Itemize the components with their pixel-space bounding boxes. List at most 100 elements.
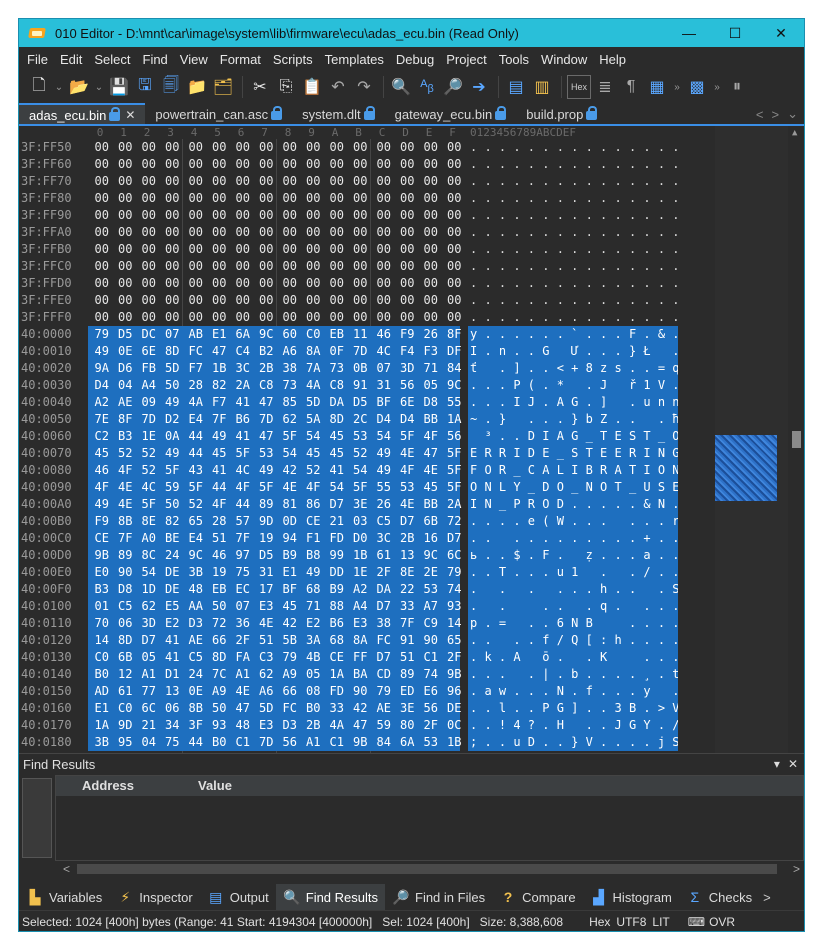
hex-byte[interactable]: D6 bbox=[114, 360, 138, 377]
hex-byte[interactable]: 86 bbox=[302, 496, 326, 513]
hex-byte[interactable]: 53 bbox=[419, 734, 443, 751]
hex-byte[interactable]: B9 bbox=[278, 547, 302, 564]
hex-byte[interactable]: 44 bbox=[208, 479, 232, 496]
hex-byte[interactable]: BB bbox=[419, 411, 443, 428]
find-results-sidebar[interactable] bbox=[22, 778, 52, 858]
hex-byte[interactable]: 00 bbox=[396, 258, 420, 275]
hex-byte[interactable]: F3 bbox=[419, 343, 443, 360]
hex-byte[interactable]: E6 bbox=[419, 683, 443, 700]
text-mode-icon[interactable]: ≣ bbox=[593, 75, 617, 99]
hex-byte[interactable]: 13 bbox=[396, 547, 420, 564]
hex-byte[interactable]: DF bbox=[443, 343, 467, 360]
vertical-scrollbar[interactable]: ▲ bbox=[788, 126, 804, 768]
hex-byte[interactable]: 00 bbox=[278, 139, 302, 156]
hex-byte[interactable]: 07 bbox=[231, 598, 255, 615]
hex-byte[interactable]: 00 bbox=[184, 224, 208, 241]
row-text[interactable]: . k . A ō . . K . . . / bbox=[470, 649, 694, 666]
hex-byte[interactable]: 5D bbox=[302, 394, 326, 411]
hex-byte[interactable]: 00 bbox=[443, 224, 467, 241]
row-text[interactable]: . . . . e ( W . . . . . . r bbox=[470, 513, 680, 530]
hex-byte[interactable]: 3B bbox=[90, 734, 114, 751]
menu-select[interactable]: Select bbox=[88, 52, 136, 67]
hex-byte[interactable]: 5D bbox=[161, 360, 185, 377]
row-text[interactable]: ; . . u D . . } V . . . . j S . bbox=[470, 734, 694, 751]
hex-byte[interactable]: E3 bbox=[255, 598, 279, 615]
hex-byte[interactable]: 65 bbox=[184, 513, 208, 530]
hex-byte[interactable]: 2A bbox=[231, 377, 255, 394]
hex-byte[interactable]: 51 bbox=[208, 530, 232, 547]
hex-byte[interactable]: 00 bbox=[184, 258, 208, 275]
hex-byte[interactable]: 00 bbox=[396, 173, 420, 190]
hex-byte[interactable]: 8E bbox=[137, 513, 161, 530]
scroll-up-icon[interactable]: ▲ bbox=[792, 128, 797, 138]
hex-byte[interactable]: 50 bbox=[161, 496, 185, 513]
hex-byte[interactable]: 00 bbox=[349, 207, 373, 224]
hex-byte[interactable]: A1 bbox=[231, 666, 255, 683]
hex-byte[interactable]: BA bbox=[349, 666, 373, 683]
tab-build-prop[interactable]: build.prop bbox=[516, 103, 607, 125]
hex-byte[interactable]: 00 bbox=[255, 156, 279, 173]
hex-byte[interactable]: 0C bbox=[443, 717, 467, 734]
hex-byte[interactable]: 00 bbox=[137, 173, 161, 190]
hex-byte[interactable]: D8 bbox=[114, 581, 138, 598]
hex-byte[interactable]: FD bbox=[325, 530, 349, 547]
hex-byte[interactable]: DA bbox=[325, 394, 349, 411]
hex-byte[interactable]: 56 bbox=[443, 428, 467, 445]
hex-byte[interactable]: 46 bbox=[90, 462, 114, 479]
hex-byte[interactable]: 00 bbox=[372, 207, 396, 224]
hex-byte[interactable]: 8D bbox=[114, 632, 138, 649]
hex-byte[interactable]: C0 bbox=[114, 700, 138, 717]
hex-byte[interactable]: BB bbox=[419, 496, 443, 513]
hex-byte[interactable]: B6 bbox=[231, 411, 255, 428]
hex-byte[interactable]: 6E bbox=[137, 343, 161, 360]
hex-byte[interactable]: 47 bbox=[349, 717, 373, 734]
hex-byte[interactable]: 00 bbox=[325, 156, 349, 173]
tab-next-icon[interactable]: > bbox=[772, 107, 780, 122]
hex-byte[interactable]: 8D bbox=[325, 411, 349, 428]
hex-byte[interactable]: 49 bbox=[161, 394, 185, 411]
hex-byte[interactable]: 41 bbox=[231, 428, 255, 445]
calculator-icon[interactable]: ▩ bbox=[685, 75, 709, 99]
hex-byte[interactable]: 00 bbox=[208, 241, 232, 258]
hex-byte[interactable]: 7C bbox=[208, 666, 232, 683]
hex-byte[interactable]: B9 bbox=[325, 581, 349, 598]
hex-byte[interactable]: DA bbox=[372, 581, 396, 598]
hex-byte[interactable]: 00 bbox=[184, 207, 208, 224]
hex-byte[interactable]: 00 bbox=[255, 309, 279, 326]
hex-byte[interactable]: 2B bbox=[302, 717, 326, 734]
hex-byte[interactable]: 00 bbox=[231, 275, 255, 292]
hex-byte[interactable]: 00 bbox=[255, 207, 279, 224]
hex-byte[interactable]: 00 bbox=[161, 139, 185, 156]
hex-byte[interactable]: 00 bbox=[114, 224, 138, 241]
hex-byte[interactable]: 43 bbox=[184, 462, 208, 479]
save-all-icon[interactable]: 🗐 bbox=[159, 75, 183, 99]
hex-byte[interactable]: 34 bbox=[161, 717, 185, 734]
hex-byte[interactable]: 5F bbox=[255, 479, 279, 496]
hex-byte[interactable]: 00 bbox=[325, 309, 349, 326]
row-text[interactable]: . . . . . . . . . . . . . . . . bbox=[470, 156, 694, 173]
hex-byte[interactable]: 54 bbox=[349, 462, 373, 479]
hex-byte[interactable]: CD bbox=[372, 666, 396, 683]
hex-byte[interactable]: C9 bbox=[419, 615, 443, 632]
hex-byte[interactable]: B3 bbox=[90, 581, 114, 598]
hex-byte[interactable]: 4B bbox=[302, 649, 326, 666]
hex-byte[interactable]: 9C bbox=[443, 377, 467, 394]
hex-byte[interactable]: E2 bbox=[161, 615, 185, 632]
hex-byte[interactable]: 00 bbox=[302, 258, 326, 275]
hex-byte[interactable]: 05 bbox=[419, 377, 443, 394]
hex-byte[interactable]: 81 bbox=[278, 496, 302, 513]
hex-byte[interactable]: 90 bbox=[114, 564, 138, 581]
row-text[interactable]: ь . . $ . F . ẓ . . . a . . l bbox=[470, 547, 694, 564]
hex-byte[interactable]: 4A bbox=[184, 394, 208, 411]
hex-byte[interactable]: 47 bbox=[255, 394, 279, 411]
hex-byte[interactable]: 00 bbox=[278, 207, 302, 224]
tab-list-icon[interactable]: ⌄ bbox=[787, 106, 798, 122]
hex-byte[interactable]: 00 bbox=[325, 292, 349, 309]
tab-system-dlt[interactable]: system.dlt bbox=[292, 103, 385, 125]
hex-byte[interactable]: 7F bbox=[114, 530, 138, 547]
hex-byte[interactable]: E4 bbox=[184, 530, 208, 547]
hex-byte[interactable]: 24 bbox=[184, 666, 208, 683]
menu-file[interactable]: File bbox=[21, 52, 54, 67]
hex-byte[interactable]: 9D bbox=[114, 717, 138, 734]
column-header-address[interactable]: Address bbox=[56, 776, 184, 796]
